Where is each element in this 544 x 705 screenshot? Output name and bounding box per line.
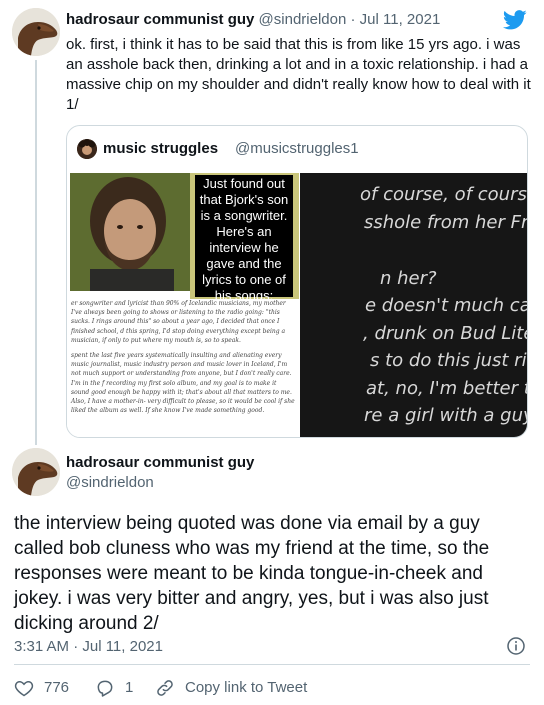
reply-bubble-icon [97, 680, 113, 697]
twitter-bird-icon[interactable] [503, 10, 527, 30]
hadrosaur-avatar-icon [12, 8, 60, 56]
tweet-text: the interview being quoted was done via … [14, 513, 490, 634]
meme-image-right: of course, of course sshole from her Fre… [300, 173, 528, 437]
article-paragraph: spent the last five years systematically… [71, 352, 295, 415]
tweet-text: ok. first, i think it has to be said tha… [66, 36, 531, 113]
thread-connector-line [35, 60, 37, 445]
meme-image-left: Just found out that Bjork's son is a son… [67, 173, 299, 437]
like-count: 776 [44, 679, 70, 696]
reply-button[interactable]: 1 [95, 678, 145, 698]
lyric-line: s to do this just right [370, 350, 527, 371]
portrait-photo [70, 173, 190, 291]
quoted-author-avatar[interactable] [77, 139, 97, 159]
divider [14, 664, 530, 665]
avatar[interactable] [12, 448, 60, 496]
reply-count: 1 [125, 679, 134, 696]
header-separator: · [350, 11, 356, 28]
heart-icon [14, 680, 34, 697]
lyric-line: at, no, I'm better than that [366, 378, 527, 399]
quoted-author-name[interactable]: music struggles [103, 140, 218, 157]
tweet-1: hadrosaur communist guy @sindrieldon · J… [0, 0, 544, 445]
hadrosaur-avatar-icon [12, 448, 60, 496]
bearded-man-photo-icon [70, 173, 190, 291]
meme-caption: Just found out that Bjork's son is a son… [195, 175, 293, 303]
tweet-header: hadrosaur communist guy @sindrieldon · J… [66, 11, 440, 28]
lyric-line: e doesn't much care [365, 295, 527, 316]
author-name[interactable]: hadrosaur communist guy [66, 454, 254, 471]
quoted-tweet[interactable]: music struggles @musicstruggles1 Just fo… [66, 125, 528, 438]
link-icon [157, 680, 173, 696]
article-paragraph: er songwriter and lyricist than 90% of I… [71, 300, 286, 344]
copy-link-label: Copy link to Tweet [185, 679, 308, 696]
lyric-line: , drunk on Bud Lite [363, 323, 528, 344]
quoted-author-handle[interactable]: @musicstruggles1 [235, 140, 359, 157]
info-icon[interactable] [507, 637, 525, 655]
article-excerpt: er songwriter and lyricist than 90% of I… [67, 299, 299, 437]
curly-hair-avatar-icon [77, 139, 97, 159]
tweet-date[interactable]: Jul 11, 2021 [360, 11, 441, 28]
lyric-line: of course, of course [360, 184, 528, 205]
lyric-line: re a girl with a guy like tha [364, 405, 527, 426]
like-button[interactable]: 776 [14, 678, 84, 698]
author-handle[interactable]: @sindrieldon [66, 474, 154, 491]
copy-link-button[interactable]: Copy link to Tweet [155, 678, 345, 698]
author-handle[interactable]: @sindrieldon [259, 11, 347, 28]
lyric-line: sshole from her French [364, 212, 528, 233]
avatar[interactable] [12, 8, 60, 56]
lyric-line: n her? [380, 268, 437, 289]
quoted-media[interactable]: Just found out that Bjork's son is a son… [67, 173, 528, 437]
author-name[interactable]: hadrosaur communist guy [66, 11, 254, 28]
tweet-timestamp[interactable]: 3:31 AM · Jul 11, 2021 [14, 638, 163, 655]
